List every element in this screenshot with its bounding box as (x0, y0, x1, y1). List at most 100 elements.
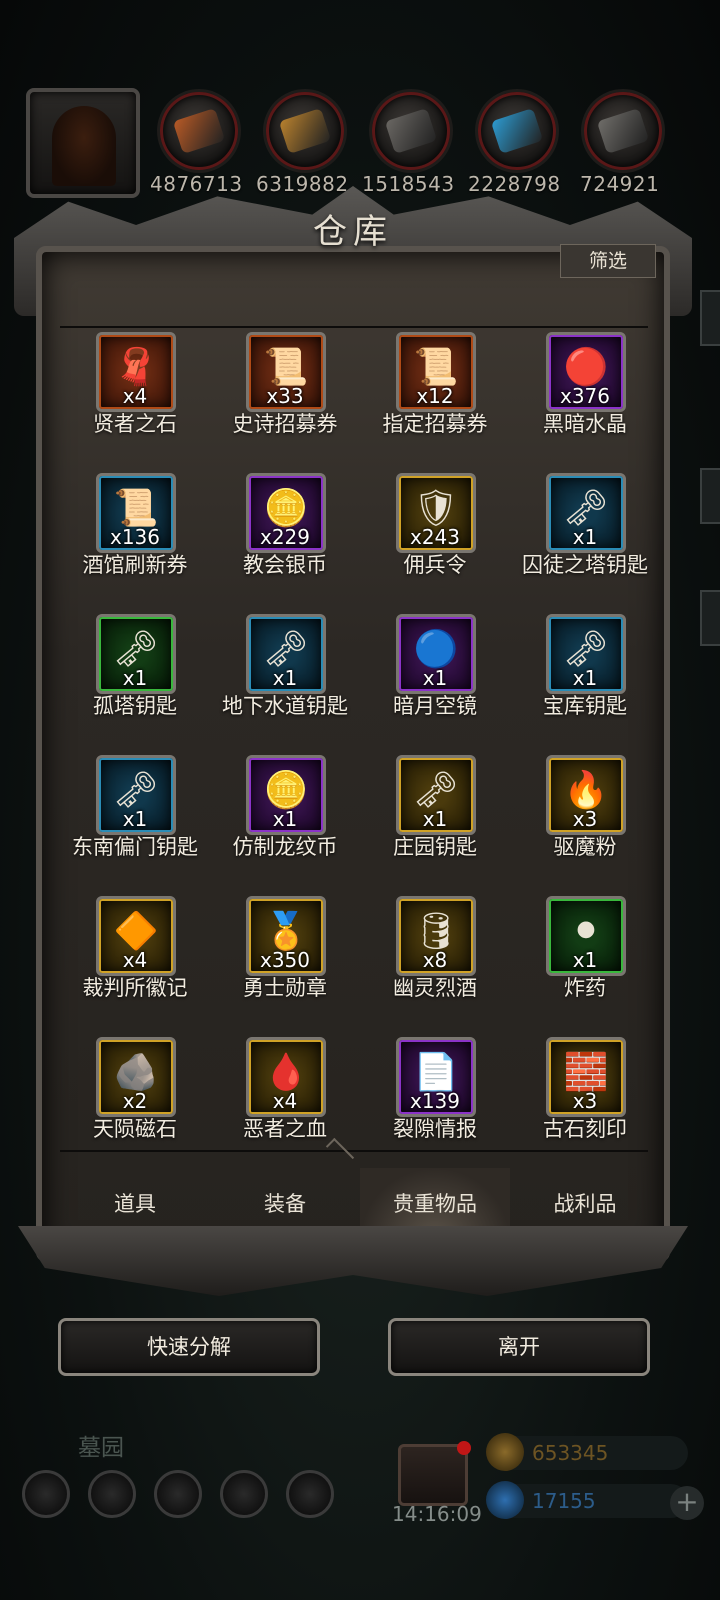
item-count: x136 (109, 525, 160, 549)
inventory-item[interactable]: 🔥 x3 驱魔粉 (510, 755, 658, 875)
helmet-icon[interactable] (154, 1470, 202, 1518)
inventory-item[interactable]: 📜 x12 指定招募券 (360, 332, 510, 452)
item-count: x1 (572, 948, 598, 972)
item-name: 勇士勋章 (243, 976, 327, 1000)
cloth-stone-icon-glyph: 🧣 (113, 347, 159, 388)
inventory-item[interactable]: 🔶 x4 裁判所徽记 (60, 896, 210, 1016)
item-count: x8 (422, 948, 448, 972)
wood-icon[interactable] (266, 92, 344, 170)
silver-coin-icon-glyph: 🪙 (263, 770, 309, 811)
item-count: x4 (272, 1089, 298, 1113)
warehouse-panel: 仓库 筛选 🧣 x4 贤者之石 📜 x33 史诗招募券 📜 x12 指定招募券 🔴 x376 黑暗水晶… (14, 186, 692, 1296)
food-icon[interactable] (160, 92, 238, 170)
mirror-icon-glyph: 🔵 (413, 629, 459, 670)
item-name: 裁判所徽记 (82, 976, 188, 1000)
item-count: x4 (122, 948, 148, 972)
item-name: 恶者之血 (243, 1117, 327, 1141)
gold-counter: 653345 (486, 1433, 688, 1471)
inventory-item[interactable]: 🪨 x2 天陨磁石 (60, 1037, 210, 1144)
item-name: 孤塔钥匙 (93, 694, 177, 718)
item-name: 驱魔粉 (553, 835, 617, 859)
item-name: 黑暗水晶 (543, 412, 627, 436)
wood-icon-art (278, 108, 332, 154)
item-name: 炸药 (564, 976, 606, 1000)
key-icon-glyph: 🗝 (113, 629, 159, 670)
item-count: x376 (559, 384, 610, 408)
hooded-figure-icon (52, 106, 116, 186)
stone-seal-icon-glyph: 🧱 (563, 1052, 609, 1093)
key-icon-glyph: 🗝 (563, 488, 609, 529)
inventory-item[interactable]: 🗝 x1 庄园钥匙 (360, 755, 510, 875)
side-tab[interactable] (700, 590, 720, 646)
divider (60, 326, 648, 328)
inventory-item[interactable]: 📜 x136 酒馆刷新券 (60, 473, 210, 593)
item-count: x1 (422, 666, 448, 690)
gift-icon[interactable] (398, 1441, 471, 1506)
item-name: 暗月空镜 (393, 694, 477, 718)
quick-decompose-button[interactable]: 快速分解 (58, 1318, 320, 1376)
item-count: x1 (572, 666, 598, 690)
crystal-icon-glyph: 🔴 (563, 347, 609, 388)
item-count: x1 (122, 666, 148, 690)
item-name: 佣兵令 (403, 553, 467, 577)
gold-value: 653345 (532, 1441, 609, 1465)
item-count: x1 (422, 807, 448, 831)
explosive-icon-glyph: ⚫ (570, 911, 602, 952)
item-name: 东南偏门钥匙 (72, 835, 198, 859)
barrel-icon-glyph: 🛢 (413, 911, 459, 952)
leave-button[interactable]: 离开 (388, 1318, 650, 1376)
item-name: 古石刻印 (543, 1117, 627, 1141)
inventory-item[interactable]: 🗝 x1 孤塔钥匙 (60, 614, 210, 734)
side-tab[interactable] (700, 290, 720, 346)
item-name: 史诗招募券 (232, 412, 338, 436)
inventory-item[interactable]: 🗝 x1 东南偏门钥匙 (60, 755, 210, 875)
inventory-item[interactable]: 🗝 x1 囚徒之塔钥匙 (510, 473, 658, 593)
mail-icon[interactable] (220, 1470, 268, 1518)
inventory-item[interactable]: 🪙 x1 仿制龙纹币 (210, 755, 360, 875)
item-name: 天陨磁石 (93, 1117, 177, 1141)
inventory-item[interactable]: 🛡 x243 佣兵令 (360, 473, 510, 593)
filter-button[interactable]: 筛选 (560, 244, 656, 278)
item-count: x4 (122, 384, 148, 408)
item-name: 贤者之石 (93, 412, 177, 436)
iron-icon[interactable] (584, 92, 662, 170)
item-count: x243 (409, 525, 460, 549)
crystal-icon[interactable] (478, 92, 556, 170)
stone-icon[interactable] (372, 92, 450, 170)
inventory-item[interactable]: 🗝 x1 地下水道钥匙 (210, 614, 360, 734)
settings-icon[interactable] (22, 1470, 70, 1518)
shield-icon[interactable] (88, 1470, 136, 1518)
item-name: 囚徒之塔钥匙 (522, 553, 648, 577)
inventory-item[interactable]: 📄 x139 裂隙情报 (360, 1037, 510, 1144)
inventory-item[interactable]: 📜 x33 史诗招募券 (210, 332, 360, 452)
side-tab[interactable] (700, 468, 720, 524)
item-name: 酒馆刷新券 (82, 553, 188, 577)
crossed-swords-icon[interactable] (286, 1470, 334, 1518)
item-count: x3 (572, 807, 598, 831)
inventory-item[interactable]: 🪙 x229 教会银币 (210, 473, 360, 593)
powder-icon-glyph: 🔥 (563, 770, 609, 811)
item-grid[interactable]: 🧣 x4 贤者之石 📜 x33 史诗招募券 📜 x12 指定招募券 🔴 x376 黑暗水晶 📜 x136 酒… (60, 332, 658, 1144)
medal-icon-glyph: 🏅 (263, 911, 309, 952)
blood-drop-icon-glyph: 🩸 (263, 1052, 309, 1093)
inventory-item[interactable]: 🛢 x8 幽灵烈酒 (360, 896, 510, 1016)
food-icon-art (172, 108, 226, 154)
inventory-item[interactable]: 🔴 x376 黑暗水晶 (510, 332, 658, 452)
key-icon-glyph: 🗝 (113, 770, 159, 811)
item-name: 指定招募券 (382, 412, 488, 436)
scroll-icon-glyph: 📜 (263, 347, 309, 388)
badge-icon-glyph: 🛡 (413, 488, 459, 529)
inventory-item[interactable]: 🧱 x3 古石刻印 (510, 1037, 658, 1144)
inventory-item[interactable]: 🧣 x4 贤者之石 (60, 332, 210, 452)
letter-icon-glyph: 📄 (413, 1052, 459, 1093)
inventory-item[interactable]: 🩸 x4 恶者之血 (210, 1037, 360, 1144)
inventory-item[interactable]: 🏅 x350 勇士勋章 (210, 896, 360, 1016)
gem-counter: 17155 (486, 1481, 688, 1519)
hero-portrait[interactable] (26, 88, 140, 198)
item-count: x33 (266, 384, 304, 408)
inventory-item[interactable]: 🔵 x1 暗月空镜 (360, 614, 510, 734)
inventory-item[interactable]: ⚫ x1 炸药 (510, 896, 658, 1016)
add-currency-button[interactable]: + (670, 1486, 704, 1520)
gem-value: 17155 (532, 1489, 596, 1513)
inventory-item[interactable]: 🗝 x1 宝库钥匙 (510, 614, 658, 734)
